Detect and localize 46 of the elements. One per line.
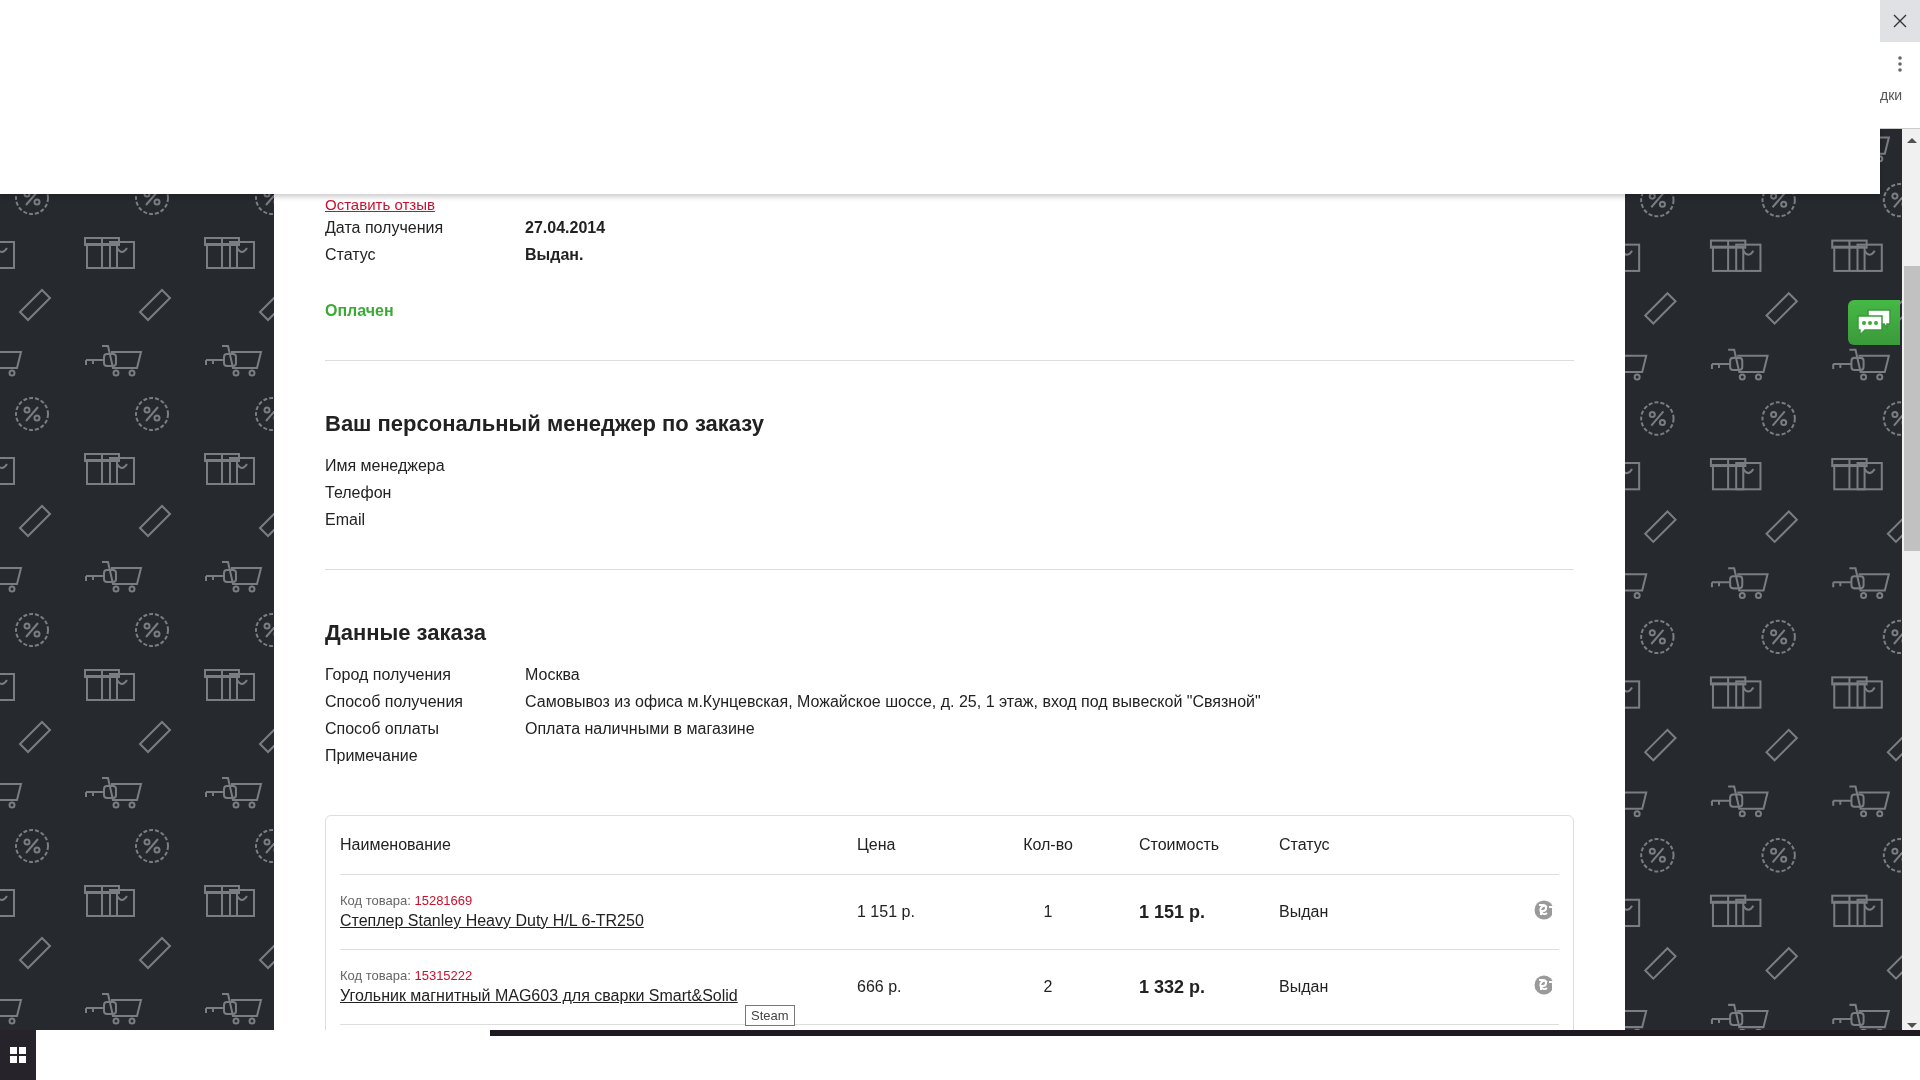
field-label: Способ оплаты	[325, 719, 441, 739]
chat-button[interactable]	[1848, 300, 1900, 345]
section-title: Ваш персональный менеджер по заказу	[325, 410, 765, 438]
tooltip: Steam	[745, 1005, 795, 1026]
payment-status: Оплачен	[325, 301, 395, 321]
field-label: Статус	[325, 245, 377, 265]
column-header: Стоимость	[1138, 836, 1221, 854]
field-value: Москва	[525, 665, 580, 685]
quantity-cell-text: 1	[1042, 903, 1054, 921]
field-label: Имя менеджера	[325, 456, 446, 476]
column-header: Кол-во	[1022, 836, 1074, 854]
product-link[interactable]: Степлер Stanley Heavy Duty H/L 6-TR250	[340, 910, 644, 932]
field-value: Выдан.	[525, 245, 584, 265]
field-label: Email	[325, 510, 366, 530]
product-code: Код товара: 15281669	[340, 892, 473, 910]
price-cell-text: 666 р.	[857, 978, 903, 996]
chat-icon	[1856, 307, 1892, 338]
section-title: Данные заказа	[325, 619, 487, 647]
field-value: 27.04.2014	[525, 218, 606, 238]
windows-icon	[10, 1047, 26, 1063]
more-options-icon[interactable]	[1898, 56, 1902, 72]
column-header: Статус	[1279, 836, 1331, 854]
status-cell-text: Выдан	[1279, 978, 1330, 996]
cut-label: дки	[1880, 87, 1904, 103]
column-header: Наименование	[340, 836, 452, 854]
field-value: Оплата наличными в магазине	[525, 719, 755, 739]
field-label: Дата получения	[325, 218, 445, 238]
price-cell-text: 1 151 р.	[857, 903, 916, 921]
cost-cell-text: 1 151 р.	[1138, 901, 1207, 923]
status-cell-text: Выдан	[1279, 903, 1330, 921]
cost-cell-text: 1 332 р.	[1138, 976, 1207, 998]
column-header: Цена	[857, 836, 897, 854]
field-label: Способ получения	[325, 692, 465, 712]
field-label: Город получения	[325, 665, 452, 685]
scroll-down-arrow-icon[interactable]	[1906, 1022, 1918, 1030]
product-code: Код товара: 15315222	[340, 967, 473, 985]
field-label: Примечание	[325, 746, 419, 766]
quantity-cell-text: 2	[1042, 978, 1054, 996]
field-value: Самовывоз из офиса м.Кунцевская, Можайское шоссе, д. 25, 1 этаж, вход под вывеской "Связной"	[525, 692, 1261, 712]
field-label: Телефон	[325, 483, 393, 503]
start-button[interactable]	[0, 1030, 36, 1080]
close-icon	[1893, 14, 1907, 28]
scroll-thumb[interactable]	[1904, 266, 1920, 551]
product-link[interactable]: Угольник магнитный MAG603 для сварки Smart&Solid	[340, 985, 738, 1007]
review-link[interactable]: Оставить отзыв	[325, 196, 435, 214]
scroll-up-arrow-icon[interactable]	[1906, 136, 1918, 144]
